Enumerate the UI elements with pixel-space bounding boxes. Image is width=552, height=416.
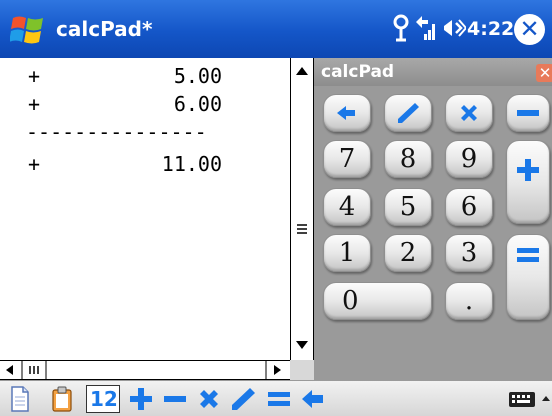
title-bar: calcPad* 4:22 ✕ [0, 0, 552, 58]
key-label: 3 [460, 238, 478, 268]
bottom-toolbar: 12 [0, 380, 552, 416]
scroll-down-icon[interactable] [291, 334, 313, 356]
multiply-button[interactable] [445, 94, 493, 132]
keyboard-icon[interactable] [506, 385, 540, 413]
key-label: 9 [460, 144, 478, 174]
clipboard-icon[interactable] [50, 385, 80, 413]
tape-icon[interactable]: 12 [86, 385, 120, 413]
tape-value: 6.00 [173, 92, 222, 116]
add-icon[interactable] [126, 385, 156, 413]
decimal-button[interactable]: . [445, 282, 493, 320]
scrollbar-thumb[interactable] [293, 84, 311, 354]
digit-4-button[interactable]: 4 [323, 188, 371, 226]
speaker-icon[interactable] [440, 14, 468, 46]
digit-5-button[interactable]: 5 [384, 188, 432, 226]
add-button[interactable] [506, 140, 550, 224]
calc-panel-title-bar: calcPad ✕ [314, 58, 552, 86]
backspace-icon[interactable] [298, 385, 328, 413]
scrollbar-corner [290, 360, 314, 380]
calc-panel-title: calcPad [321, 62, 395, 82]
tape-row: + 5.00 [0, 64, 290, 92]
scroll-left-icon [6, 365, 13, 375]
tape-area[interactable]: + 5.00 + 6.00 --------------- + 11.00 [0, 58, 290, 360]
digit-3-button[interactable]: 3 [445, 234, 493, 272]
signal-icon[interactable] [414, 14, 438, 46]
tape-operator: + [28, 92, 41, 116]
subtract-button[interactable] [506, 94, 550, 132]
subtract-icon[interactable] [160, 385, 190, 413]
tape-value: 11.00 [161, 152, 222, 176]
digit-6-button[interactable]: 6 [445, 188, 493, 226]
tape-separator: --------------- [26, 120, 207, 144]
key-label: 5 [399, 192, 417, 222]
scroll-right-icon [274, 365, 281, 375]
digit-1-button[interactable]: 1 [323, 234, 371, 272]
equals-icon[interactable] [264, 385, 294, 413]
digit-9-button[interactable]: 9 [445, 140, 493, 178]
new-document-icon[interactable] [8, 385, 38, 413]
calc-panel: calcPad ✕ 7 8 9 4 5 6 1 2 3 0 . [314, 58, 552, 380]
divide-icon [398, 103, 419, 123]
key-label: 2 [399, 238, 417, 268]
tape-value: 5.00 [173, 64, 222, 88]
subtract-icon [517, 110, 539, 116]
windows-logo-icon[interactable] [9, 12, 46, 48]
equals-button[interactable] [506, 234, 550, 320]
antenna-icon[interactable] [390, 14, 412, 46]
tape-row: + 6.00 [0, 92, 290, 120]
close-icon[interactable]: ✕ [536, 64, 552, 82]
app-title: calcPad* [56, 17, 153, 41]
tape-operator: + [28, 152, 41, 176]
tape-icon-label: 12 [90, 387, 118, 411]
add-icon [517, 159, 539, 181]
scroll-up-icon[interactable] [291, 60, 313, 82]
key-label: 1 [338, 238, 356, 268]
divide-icon[interactable] [228, 385, 258, 413]
multiply-icon[interactable] [194, 385, 224, 413]
key-label: 8 [399, 144, 417, 174]
digit-8-button[interactable]: 8 [384, 140, 432, 178]
digit-0-button[interactable]: 0 [323, 282, 432, 320]
divide-button[interactable] [384, 94, 432, 132]
multiply-icon [461, 105, 477, 121]
tape-row: + 11.00 [0, 152, 290, 180]
clock[interactable]: 4:22 [467, 18, 514, 40]
input-menu-arrow-icon[interactable] [540, 385, 552, 413]
horizontal-scrollbar[interactable] [0, 360, 290, 380]
key-label: 7 [338, 144, 356, 174]
key-label: 0 [342, 286, 359, 316]
backspace-icon [337, 106, 355, 120]
key-label: 6 [460, 192, 478, 222]
digit-7-button[interactable]: 7 [323, 140, 371, 178]
close-icon[interactable]: ✕ [514, 14, 545, 45]
vertical-scrollbar[interactable] [290, 58, 314, 360]
tape-operator: + [28, 64, 41, 88]
equals-icon [517, 248, 539, 262]
tape-separator-row: --------------- [0, 120, 290, 148]
key-label: . [464, 286, 474, 316]
digit-2-button[interactable]: 2 [384, 234, 432, 272]
key-label: 4 [338, 192, 356, 222]
backspace-button[interactable] [323, 94, 371, 132]
